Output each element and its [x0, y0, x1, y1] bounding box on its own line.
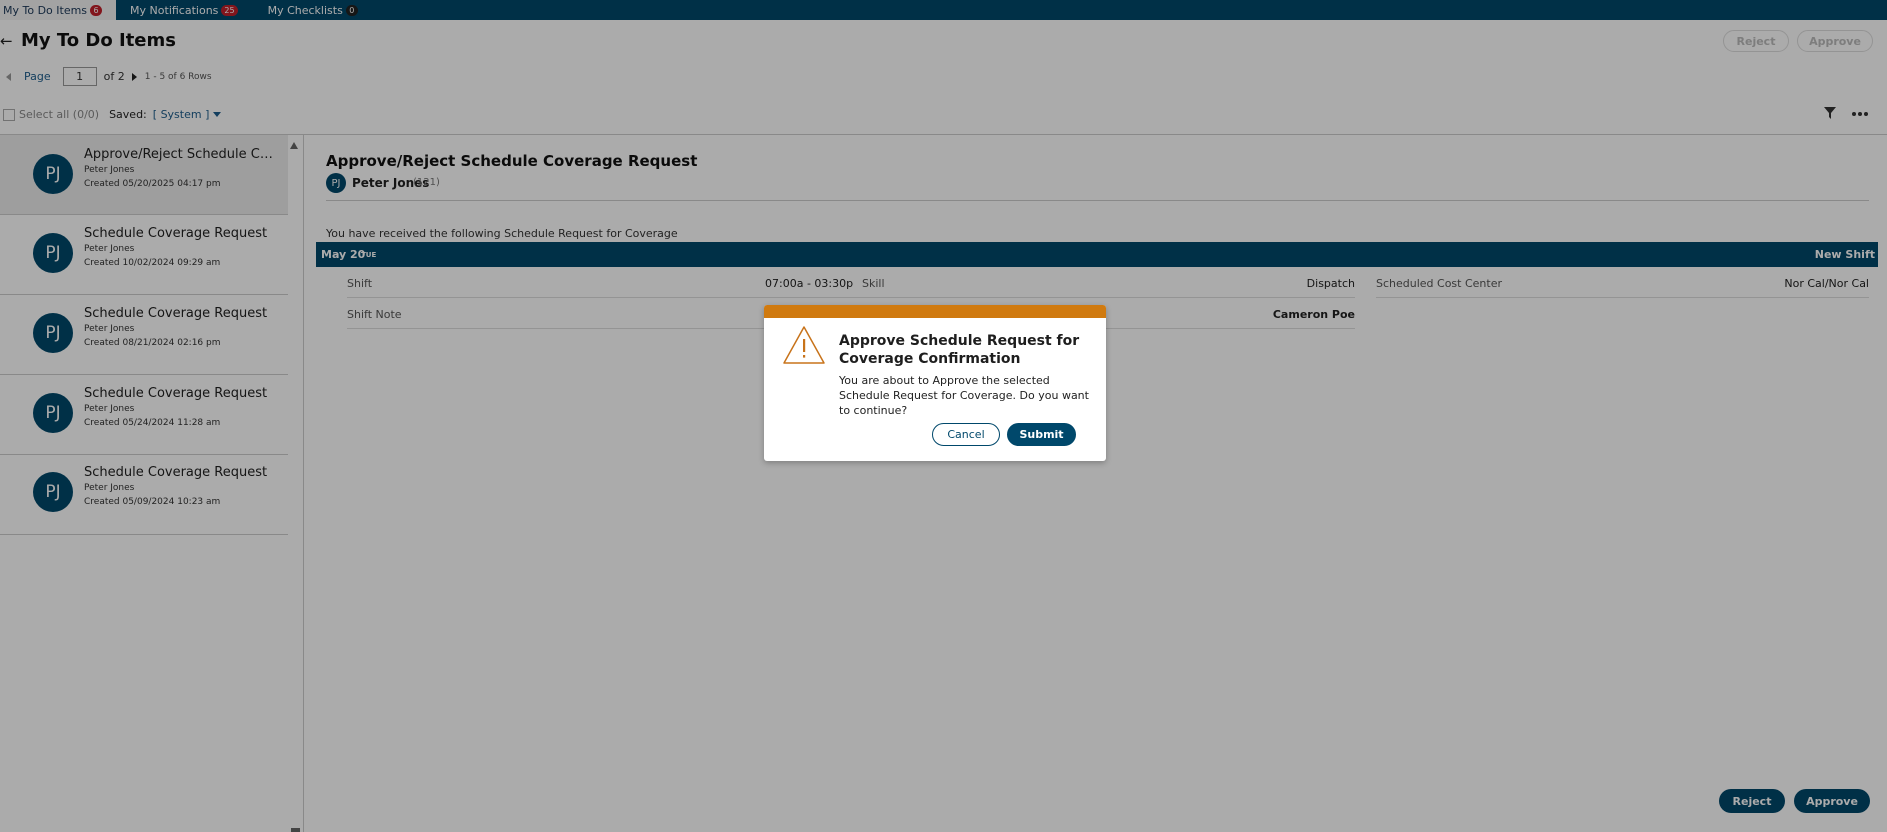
- dialog-message: You are about to Approve the selected Sc…: [839, 374, 1089, 417]
- submit-button[interactable]: Submit: [1007, 423, 1076, 446]
- warning-icon: [783, 326, 825, 364]
- cancel-button[interactable]: Cancel: [932, 423, 1000, 446]
- confirmation-dialog: Approve Schedule Request for Coverage Co…: [764, 305, 1106, 461]
- dialog-title: Approve Schedule Request for Coverage Co…: [839, 333, 1080, 367]
- dialog-accent-bar: [764, 305, 1106, 318]
